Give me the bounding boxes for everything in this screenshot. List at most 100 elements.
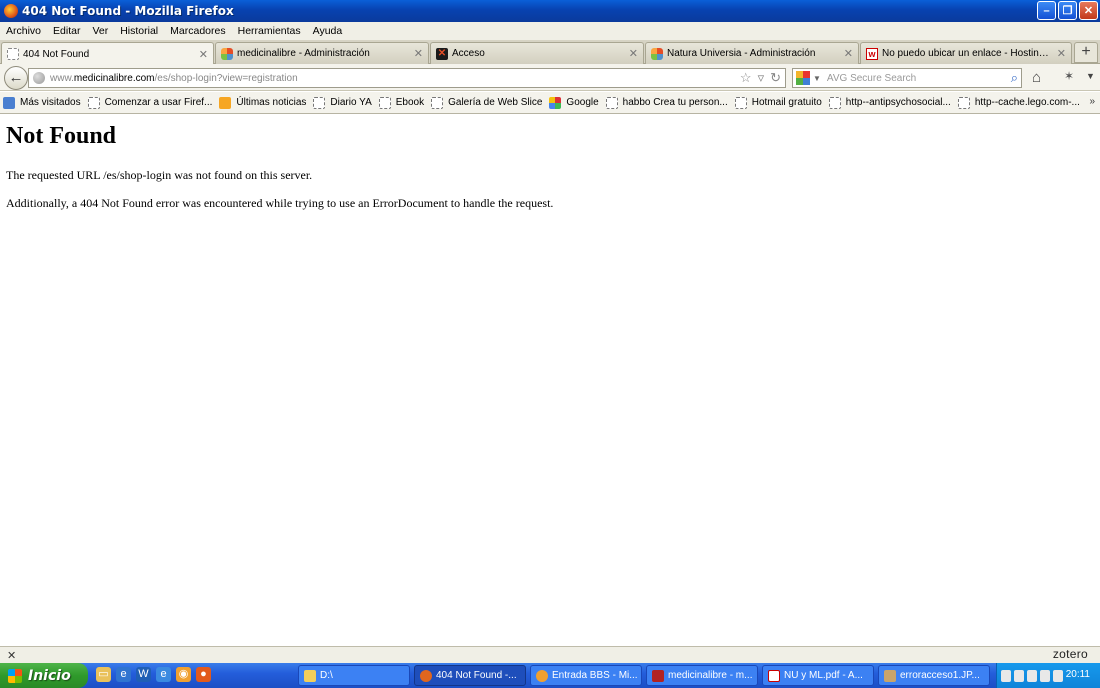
menu-ayuda[interactable]: Ayuda [307, 25, 349, 37]
close-tab-icon[interactable]: ✕ [414, 47, 423, 60]
close-tab-icon[interactable]: ✕ [844, 47, 853, 60]
task-label: erroracceso1.JP... [900, 670, 980, 681]
url-prefix: www. [50, 72, 74, 84]
zotero-button[interactable]: zotero [1053, 647, 1088, 661]
firefox-icon [4, 4, 18, 18]
search-input[interactable]: AVG Secure Search [827, 73, 916, 84]
antivirus-icon[interactable] [1040, 669, 1050, 682]
search-icon[interactable]: ⌕ [1011, 70, 1018, 86]
task-firefox[interactable]: 404 Not Found -... [414, 665, 526, 686]
bookmark-ultimas-noticias[interactable]: Últimas noticias [219, 96, 307, 109]
tab-hosting[interactable]: w No puedo ubicar un enlace - Hosting Jo… [860, 42, 1072, 64]
task-folder-d[interactable]: D:\ [298, 665, 410, 686]
new-tab-button[interactable]: + [1074, 42, 1098, 63]
blank-page-icon [313, 96, 326, 109]
internet-explorer-icon[interactable]: e [116, 667, 131, 682]
close-tab-icon[interactable]: ✕ [629, 47, 638, 60]
clock: 20:11 [1065, 669, 1090, 680]
bookmark-comenzar[interactable]: Comenzar a usar Firef... [87, 96, 213, 109]
task-label: 404 Not Found -... [436, 670, 517, 681]
bookmarks-overflow-icon[interactable]: » [1089, 96, 1095, 107]
show-desktop-icon[interactable]: ▭ [96, 667, 111, 682]
bookmark-mas-visitados[interactable]: Más visitados [3, 96, 81, 109]
menu-marcadores[interactable]: Marcadores [164, 25, 231, 37]
browser-shortcut-icon[interactable]: ◉ [176, 667, 191, 682]
close-addon-bar-icon[interactable]: ✕ [7, 649, 16, 662]
error-detail: Additionally, a 404 Not Found error was … [6, 196, 554, 210]
ie-shortcut-icon[interactable]: e [156, 667, 171, 682]
error-message: The requested URL /es/shop-login was not… [6, 168, 313, 182]
bookmark-lego[interactable]: http--cache.lego.com-... [957, 96, 1080, 109]
menu-archivo[interactable]: Archivo [0, 25, 47, 37]
close-tab-icon[interactable]: ✕ [1057, 47, 1066, 60]
menu-historial[interactable]: Historial [114, 25, 164, 37]
quick-launch: ▭ e W e ◉ ● [96, 667, 211, 682]
image-viewer-icon [884, 669, 896, 682]
task-label: NU y ML.pdf - A... [784, 670, 863, 681]
blank-page-icon [87, 96, 100, 109]
search-bar[interactable]: ▼ AVG Secure Search ⌕ [792, 68, 1022, 88]
blank-page-icon [378, 96, 391, 109]
bookmark-google[interactable]: Google [549, 96, 599, 109]
hosting-w-icon: w [866, 47, 878, 60]
home-icon[interactable]: ⌂ [1032, 69, 1041, 86]
tab-acceso[interactable]: ✕ Acceso ✕ [430, 42, 644, 64]
firefox-shortcut-icon[interactable]: ● [196, 667, 211, 682]
back-button[interactable]: ← [4, 66, 28, 90]
menu-herramientas[interactable]: Herramientas [232, 25, 307, 37]
bookmark-label: Diario YA [330, 97, 372, 108]
reload-icon[interactable]: ↻ [770, 70, 781, 86]
url-host: medicinalibre.com [73, 72, 155, 84]
firefox-icon [420, 669, 432, 682]
window-controls: – ❐ ✕ [1037, 1, 1098, 20]
bookmark-label: habbo Crea tu person... [622, 97, 728, 108]
task-label: Entrada BBS - Mi... [552, 670, 638, 681]
dropdown-arrow-icon[interactable]: ▿ [758, 70, 765, 86]
bookmark-label: http--cache.lego.com-... [974, 97, 1080, 108]
toolbar-dropdown-icon[interactable]: ▼ [1086, 71, 1095, 81]
minimize-button[interactable]: – [1037, 1, 1056, 20]
task-filezilla[interactable]: medicinalibre - m... [646, 665, 758, 686]
start-button[interactable]: Inicio [0, 663, 88, 688]
bookmark-ebook[interactable]: Ebook [378, 96, 424, 109]
bookmark-habbo[interactable]: habbo Crea tu person... [605, 96, 728, 109]
task-image-viewer[interactable]: erroracceso1.JP... [878, 665, 990, 686]
task-pdf[interactable]: NU y ML.pdf - A... [762, 665, 874, 686]
site-identity-icon[interactable] [33, 72, 45, 84]
task-entrada-bbs[interactable]: Entrada BBS - Mi... [530, 665, 642, 686]
bookmark-label: Últimas noticias [236, 97, 307, 108]
volume-icon[interactable] [1027, 669, 1037, 682]
restore-button[interactable]: ❐ [1058, 1, 1077, 20]
word-icon[interactable]: W [136, 667, 151, 682]
start-label: Inicio [28, 667, 71, 684]
close-window-button[interactable]: ✕ [1079, 1, 1098, 20]
menu-editar[interactable]: Editar [47, 25, 86, 37]
bookmark-star-icon[interactable]: ☆ [740, 70, 752, 86]
close-tab-icon[interactable]: ✕ [199, 48, 208, 61]
bookmark-label: Más visitados [20, 97, 81, 108]
messenger-icon[interactable] [1053, 669, 1063, 682]
bookmark-hotmail[interactable]: Hotmail gratuito [734, 96, 822, 109]
extension-icon[interactable]: ✶ [1064, 69, 1074, 83]
bookmark-antipsychosocial[interactable]: http--antipsychosocial... [828, 96, 951, 109]
tab-label: medicinalibre - Administración [237, 48, 370, 59]
search-engine-dropdown-icon[interactable]: ▼ [813, 74, 821, 83]
bookmark-web-slice[interactable]: Galería de Web Slice [431, 96, 542, 109]
pdf-icon [768, 669, 780, 682]
task-label: D:\ [320, 670, 333, 681]
tray-expand-icon[interactable] [1001, 669, 1011, 682]
page-heading: Not Found [6, 123, 117, 149]
network-icon[interactable] [1014, 669, 1024, 682]
tab-label: No puedo ubicar un enlace - Hosting Joo.… [882, 48, 1053, 59]
tab-label: Acceso [452, 48, 485, 59]
tab-natura-universia[interactable]: Natura Universia - Administración ✕ [645, 42, 859, 64]
tab-medicinalibre[interactable]: medicinalibre - Administración ✕ [215, 42, 429, 64]
avg-search-engine-icon[interactable] [796, 71, 810, 85]
tab-404-not-found[interactable]: 404 Not Found ✕ [1, 42, 214, 65]
bookmark-label: Comenzar a usar Firef... [104, 97, 213, 108]
bookmark-diario-ya[interactable]: Diario YA [313, 96, 372, 109]
url-bar[interactable]: www. medicinalibre.com/es/shop-login?view… [28, 68, 786, 88]
blank-page-icon [957, 96, 970, 109]
task-label: medicinalibre - m... [668, 670, 753, 681]
menu-ver[interactable]: Ver [86, 25, 114, 37]
